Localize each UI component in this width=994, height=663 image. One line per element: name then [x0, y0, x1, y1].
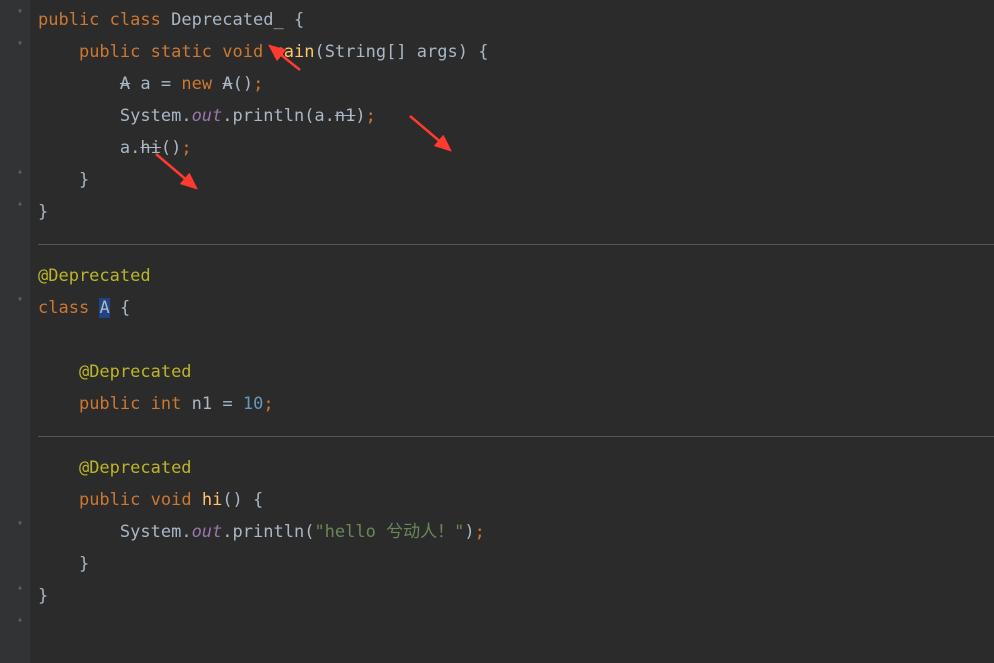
- code-line: A a = new A();: [38, 68, 994, 100]
- fold-icon[interactable]: ▴: [14, 582, 26, 594]
- fold-icon[interactable]: ▴: [14, 614, 26, 626]
- fold-icon[interactable]: ▾: [14, 518, 26, 530]
- code-line: @Deprecated: [38, 356, 994, 388]
- code-area[interactable]: public class Deprecated_ { public static…: [30, 0, 994, 663]
- code-line: public int n1 = 10;: [38, 388, 994, 420]
- code-line: System.out.println("hello 兮动人！");: [38, 516, 994, 548]
- fold-icon[interactable]: ▾: [14, 294, 26, 306]
- code-line: a.hi();: [38, 132, 994, 164]
- code-line: }: [38, 164, 994, 196]
- fold-icon[interactable]: ▾: [14, 6, 26, 18]
- code-line: [38, 324, 994, 356]
- code-line: public static void main(String[] args) {: [38, 36, 994, 68]
- code-editor: ▾ ▾ ▴ ▴ ▾ ▾ ▴ ▴ public class Deprecated_…: [0, 0, 994, 663]
- code-line: @Deprecated: [38, 260, 994, 292]
- code-line: }: [38, 196, 994, 228]
- code-line: public void hi() {: [38, 484, 994, 516]
- gutter: ▾ ▾ ▴ ▴ ▾ ▾ ▴ ▴: [0, 0, 30, 663]
- fold-icon[interactable]: ▾: [14, 38, 26, 50]
- code-line: class A {: [38, 292, 994, 324]
- separator: [38, 228, 994, 260]
- fold-icon[interactable]: ▴: [14, 198, 26, 210]
- code-line: @Deprecated: [38, 452, 994, 484]
- separator: [38, 420, 994, 452]
- code-line: }: [38, 580, 994, 612]
- code-line: System.out.println(a.n1);: [38, 100, 994, 132]
- code-line: public class Deprecated_ {: [38, 4, 994, 36]
- fold-icon[interactable]: ▴: [14, 166, 26, 178]
- code-line: }: [38, 548, 994, 580]
